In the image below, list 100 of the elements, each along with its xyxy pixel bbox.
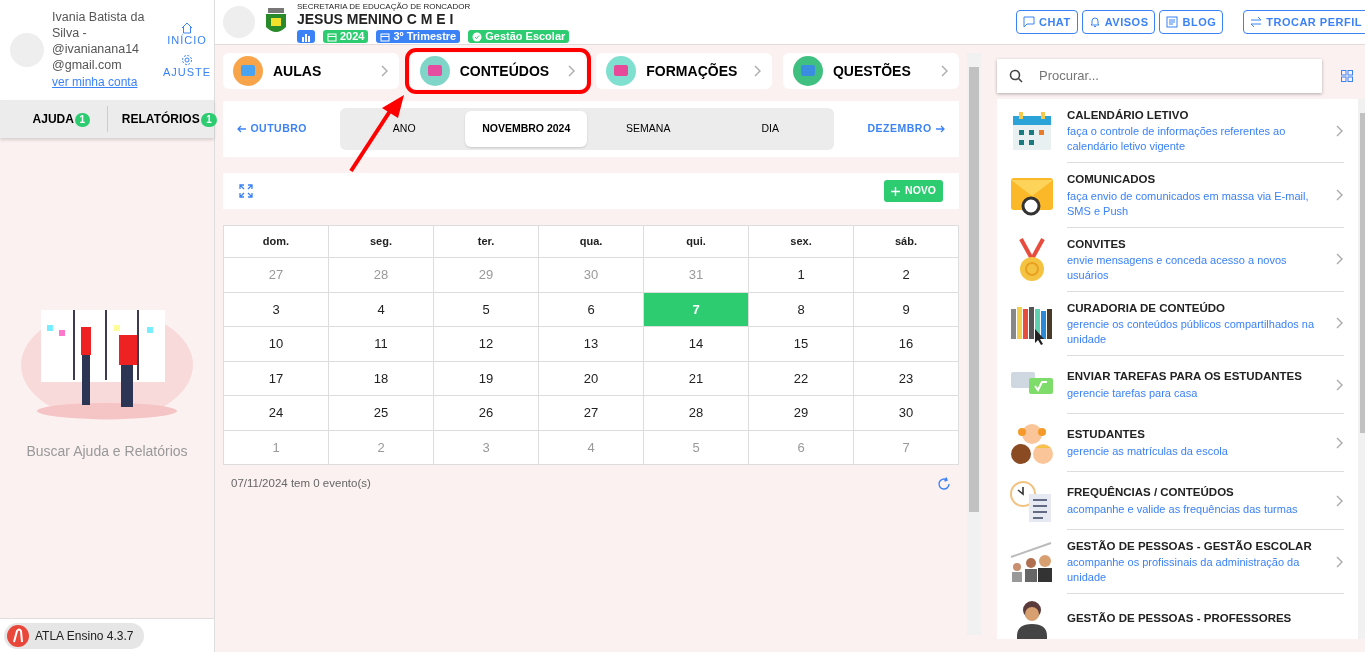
feature-title[interactable]: GESTÃO DE PESSOAS - GESTÃO ESCOLAR	[1067, 538, 1328, 556]
module-tab[interactable]: QUESTÕES	[782, 53, 959, 89]
view-tab[interactable]: SEMANA	[587, 111, 710, 147]
day-cell[interactable]: 29	[748, 395, 854, 430]
events-status-text: 07/11/2024 tem 0 evento(s)	[231, 476, 371, 492]
home-icon	[181, 22, 194, 34]
chevron-icon	[940, 65, 949, 77]
header-button[interactable]: BLOG	[1159, 9, 1224, 35]
view-tab[interactable]: ANO	[343, 111, 466, 147]
sidebar-tab[interactable]: AJUDA 1	[0, 109, 107, 129]
refresh-icon[interactable]	[937, 477, 951, 491]
feature-description: gerencie os conteúdos públicos compartilhados na unidade	[1067, 317, 1316, 347]
module-tab[interactable]: AULAS	[223, 53, 399, 89]
feature-description: faça o controle de informações referentes ao calendário letivo vigente	[1067, 124, 1287, 155]
settings-link[interactable]: AJUSTE	[163, 66, 212, 78]
day-cell[interactable]: 24	[223, 395, 329, 430]
view-tab[interactable]: NOVEMBRO 2024	[465, 111, 588, 147]
feature-title[interactable]: GESTÃO DE PESSOAS - PROFESSORES	[1067, 610, 1344, 628]
day-cell[interactable]: 2	[853, 257, 959, 292]
search-icon	[1009, 69, 1023, 83]
feature-title[interactable]: ESTUDANTES	[1067, 426, 1328, 444]
chevron-icon[interactable]	[1335, 317, 1344, 330]
arrow-left-icon	[237, 124, 247, 135]
day-cell[interactable]: 22	[748, 361, 854, 396]
header-button[interactable]: CHAT	[1016, 9, 1078, 35]
feature-title[interactable]: COMUNICADOS	[1067, 171, 1328, 189]
chevron-icon[interactable]	[1335, 436, 1344, 449]
feature-title[interactable]: CONVITES	[1067, 235, 1328, 253]
secretariat-text: SECRETARIA DE EDUCAÇÃO DE RONCADOR	[297, 1, 472, 12]
check-icon	[472, 31, 483, 42]
day-cell[interactable]: 6	[538, 292, 644, 327]
day-cell[interactable]: 23	[853, 361, 959, 396]
chevron-icon[interactable]	[1335, 378, 1344, 391]
sidebar-tab[interactable]: RELATÓRIOS 1	[107, 109, 214, 129]
feature-title[interactable]: CURADORIA DE CONTEÚDO	[1067, 299, 1328, 317]
module-icon	[419, 56, 450, 86]
settings-icon	[181, 54, 194, 66]
day-cell[interactable]: 19	[433, 361, 539, 396]
day-cell[interactable]: 1	[748, 257, 854, 292]
chevron-icon	[381, 65, 389, 77]
day-cell[interactable]: 12	[433, 326, 539, 361]
feature-title[interactable]: ENVIAR TAREFAS PARA OS ESTUDANTES	[1067, 368, 1328, 386]
day-cell[interactable]: 28	[643, 395, 749, 430]
day-cell[interactable]: 11	[328, 326, 434, 361]
day-cell[interactable]: 4	[328, 292, 434, 327]
module-icon	[233, 56, 263, 86]
day-cell[interactable]: 27	[538, 395, 644, 430]
day-cell[interactable]: 10	[223, 326, 329, 361]
next-month-link[interactable]: DEZEMBRO	[861, 120, 951, 138]
day-cell[interactable]: 3	[223, 292, 329, 327]
feature-description: acompanhe os profissinais da administração da unidade	[1067, 555, 1301, 586]
home-link[interactable]: INÍCIO	[167, 34, 207, 46]
bell-icon	[1088, 16, 1101, 28]
feature-description: faça envio de comunicados em massa via E-mail, SMS e Push	[1067, 188, 1310, 219]
plus-icon	[891, 186, 901, 196]
chevron-icon[interactable]	[1335, 253, 1344, 266]
calendar-icon	[380, 31, 391, 42]
day-cell[interactable]: 25	[328, 395, 434, 430]
feature-description: acompanhe e valide as frequências das turmas	[1067, 501, 1299, 517]
expand-icon[interactable]	[239, 184, 253, 198]
feature-title[interactable]: CALENDÁRIO LETIVO	[1067, 107, 1328, 125]
day-cell[interactable]: 8	[748, 292, 854, 327]
feature-title[interactable]: FREQUÊNCIAS / CONTEÚDOS	[1067, 484, 1328, 502]
day-cell[interactable]: 21	[643, 361, 749, 396]
day-cell[interactable]: 20	[538, 361, 644, 396]
tag: 2024	[323, 30, 369, 43]
chevron-icon[interactable]	[1335, 124, 1344, 137]
day-cell[interactable]: 9	[853, 292, 959, 327]
feature-description: envie mensagens e conceda acesso a novos usuários	[1067, 252, 1288, 283]
arrow-right-icon	[935, 124, 945, 135]
user-name: Ivania Batista da Silva - @ivanianana14 @gmail.com	[52, 9, 146, 73]
day-cell[interactable]: 14	[643, 326, 749, 361]
scrollbar[interactable]	[967, 53, 981, 635]
chevron-icon[interactable]	[1335, 555, 1344, 568]
chevron-icon[interactable]	[1335, 494, 1344, 507]
count-badge: 1	[201, 113, 217, 127]
header-button[interactable]: AVISOS	[1081, 9, 1156, 35]
feature-description: gerencie tarefas para casa	[1067, 385, 1199, 401]
day-cell[interactable]: 15	[748, 326, 854, 361]
day-cell[interactable]: 26	[433, 395, 539, 430]
account-link[interactable]: ver minha conta	[52, 73, 147, 91]
day-cell[interactable]: 30	[853, 395, 959, 430]
chevron-icon[interactable]	[1335, 188, 1344, 201]
swap-icon	[1250, 16, 1263, 28]
weekday-header: sáb.	[853, 225, 959, 258]
weekday-header: qua.	[538, 225, 644, 258]
chevron-icon	[567, 65, 576, 77]
previous-month-link[interactable]: OUTUBRO	[231, 120, 313, 138]
chat-icon	[1023, 16, 1035, 28]
day-cell[interactable]: 18	[328, 361, 434, 396]
search-field[interactable]: Procurar...	[997, 59, 1322, 93]
grid-icon[interactable]	[1341, 70, 1353, 82]
view-tab[interactable]: DIA	[709, 111, 832, 147]
switch-profile-button[interactable]: TROCAR PERFIL	[1243, 9, 1365, 35]
weekday-header: seg.	[328, 225, 434, 258]
module-tab[interactable]: FORMAÇÕES	[596, 53, 773, 89]
day-cell[interactable]: 16	[853, 326, 959, 361]
day-cell[interactable]: 5	[433, 292, 539, 327]
day-cell[interactable]: 17	[223, 361, 329, 396]
day-cell[interactable]: 13	[538, 326, 644, 361]
